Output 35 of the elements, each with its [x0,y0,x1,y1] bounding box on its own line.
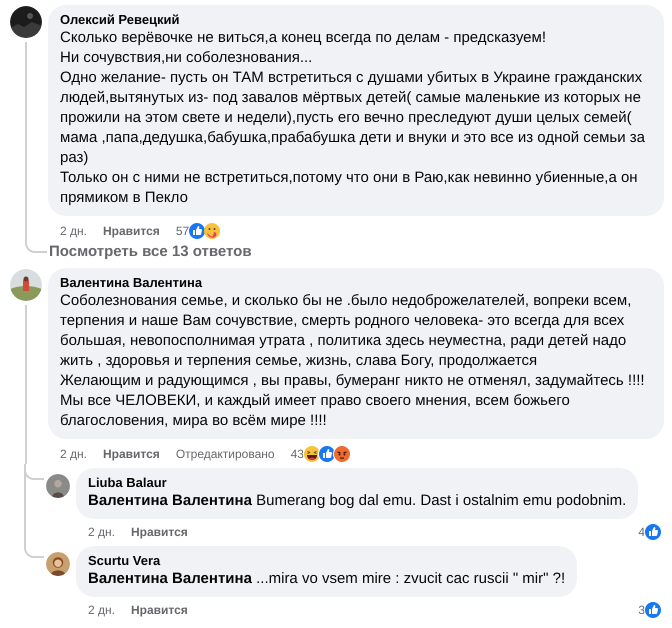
thread-connector [25,239,47,253]
mention-link[interactable]: Валентина Валентина [88,492,252,509]
comment-text: Одно желание- пусть он ТАМ встретиться с душами убитых в Украине гражданских людей,вытянутых из- под завалов мёртвых детей( самые маленькие из которых не прожили на этом свете и недели),пусть его вечно преследуют души целых семей( мама ,папа,дедушка,бабушка,прабабушка дети и внуки и это все из одной семьи за раз) [60,68,646,168]
author-name[interactable]: Liuba Balaur [88,475,626,490]
comment-text: Мы все ЧЕЛОВЕКИ, и каждый имеет право своего мнения, всем божьего благословения, мира во всём мире !!!! [60,391,571,431]
author-name[interactable]: Scurtu Vera [88,553,566,568]
like-button[interactable]: Нравится [130,525,188,539]
timestamp[interactable]: 2 дн. [60,224,87,238]
comment-text: Сколько верёвочке не виться,а конец всегда по делам - предсказуем! [60,28,547,48]
timestamp[interactable]: 2 дн. [88,525,115,539]
view-replies-link[interactable]: Посмотреть все 13 ответов [49,243,252,260]
like-reaction-icon [644,523,662,541]
reaction-count[interactable]: 3 [638,603,645,617]
comment-text: Ни сочувствия,ни соболезнования... [60,48,314,68]
reaction-count[interactable]: 43 [290,447,304,461]
like-button[interactable]: Нравится [102,224,160,238]
like-button[interactable]: Нравится [130,603,188,617]
author-name[interactable]: Валентина Валентина [60,275,652,290]
author-name[interactable]: Олексий Ревецкий [60,12,652,27]
hug-emoji-icon [203,222,222,240]
timestamp[interactable]: 2 дн. [60,447,87,461]
like-button[interactable]: Нравится [102,447,160,461]
like-reaction-icon [188,222,206,240]
comment-text: Валентина Валентина ...mira vo vsem mire : zvucit cac ruscii " mir" ?! [88,569,566,589]
angry-emoji-icon [332,445,351,463]
comment-text: Валентина Валентина Bumerang bog dal emu. Dast i ostalnim emu podobnim. [88,491,626,511]
comment-text: Желающим и радующимся , вы правы, бумеранг никто не отменял, задумайтесь !!!! [60,371,646,391]
reaction-count[interactable]: 57 [176,224,190,238]
comment-text: Только он с ними не встретиться,потому что они в Раю,как невинно убиенные,а он прямиком в Пекло [60,168,639,208]
edited-label: Отредактировано [176,447,275,461]
like-reaction-icon [644,601,662,619]
comment-text: Соболезнования семье, и сколько бы не .было недоброжелателей, вопреки всем, терпения и наше Вам сочувствие, смерть родного человека- это всегда для всех большая, невопосполнимая утрата , политика здесь неуместна, ради детей надо жить , здоровья и терпения семье, жизнь, слава Богу, продолжается [60,291,632,371]
mention-link[interactable]: Валентина Валентина [88,570,252,587]
reaction-count[interactable]: 4 [638,525,645,539]
timestamp[interactable]: 2 дн. [88,603,115,617]
